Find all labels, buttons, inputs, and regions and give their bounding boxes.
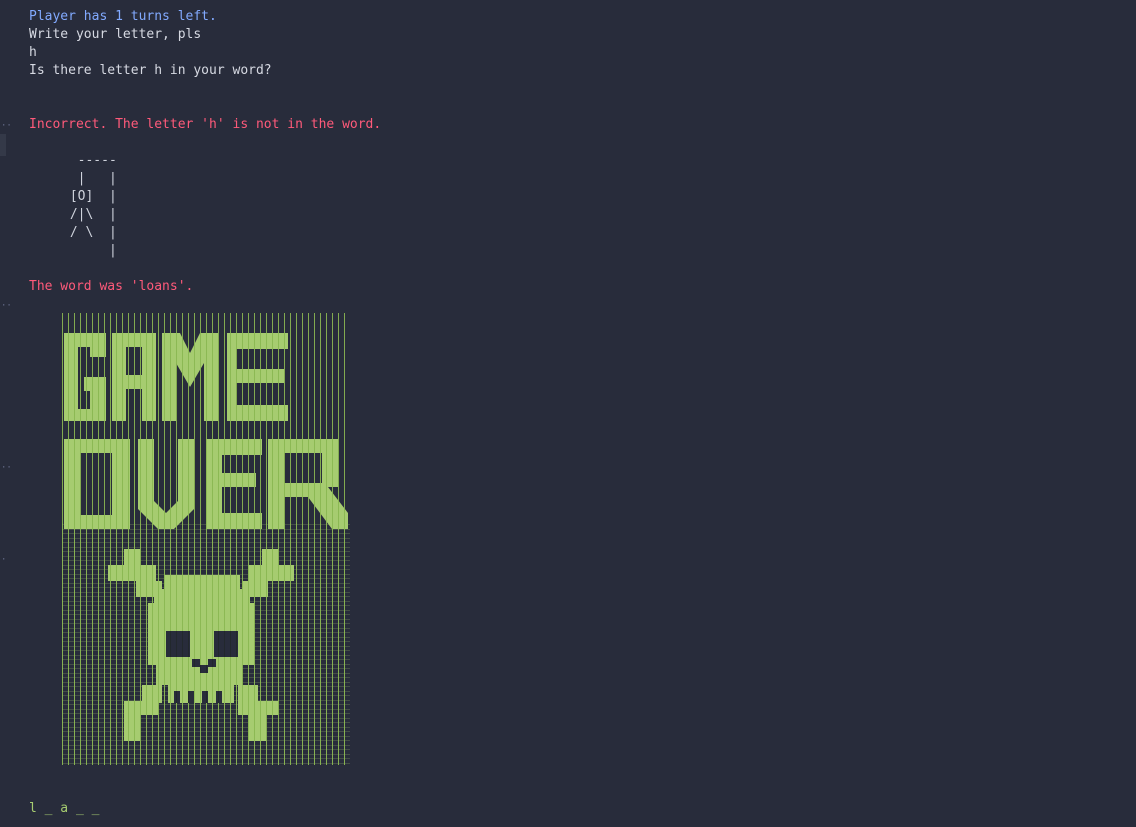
word-progress: l _ a _ _ bbox=[29, 801, 100, 816]
fold-marker: ·· bbox=[1, 121, 12, 131]
game-over-banner bbox=[62, 313, 350, 765]
fold-marker: · bbox=[1, 555, 7, 565]
letter-check-message: Is there letter h in your word? bbox=[29, 63, 272, 78]
incorrect-message: Incorrect. The letter 'h' is not in the … bbox=[29, 117, 382, 132]
fold-marker: ·· bbox=[1, 463, 12, 473]
turns-left-message: Player has 1 turns left. bbox=[29, 9, 217, 24]
user-input-echo: h bbox=[29, 45, 37, 60]
fold-marker: ·· bbox=[1, 301, 12, 311]
art-gridlines bbox=[62, 313, 350, 765]
grid-overlay bbox=[62, 313, 350, 765]
word-reveal-message: The word was 'loans'. bbox=[29, 279, 194, 294]
hangman-ascii-art: ----- | | [O] | /|\ | / \ | | bbox=[69, 153, 117, 258]
gutter-highlight bbox=[0, 134, 6, 156]
game-over-pixel-art bbox=[62, 313, 350, 765]
input-prompt: Write your letter, pls bbox=[29, 27, 202, 42]
editor-gutter: ·· ·· ·· · bbox=[0, 0, 18, 827]
